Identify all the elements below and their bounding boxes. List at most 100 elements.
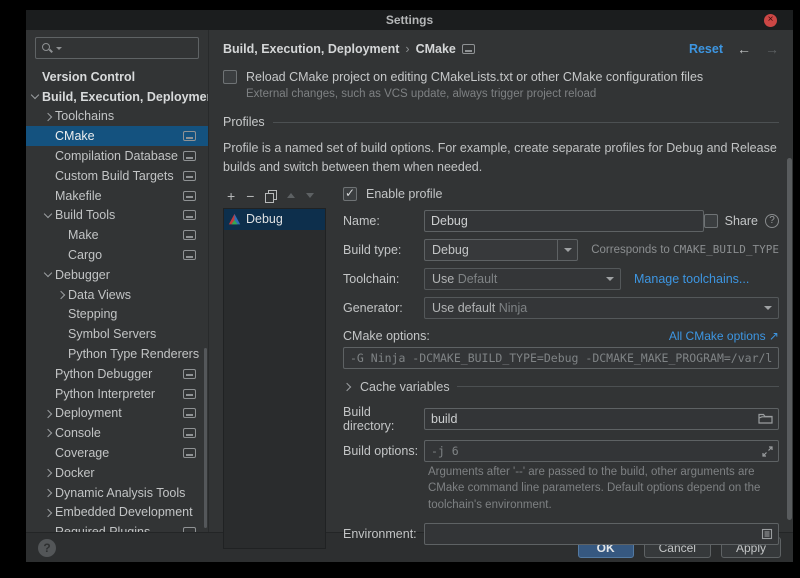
copy-profile-icon[interactable]: [265, 190, 276, 202]
profile-list-item-debug[interactable]: Debug: [224, 209, 325, 230]
chevron-spacer: [55, 225, 68, 245]
sidebar-item-label: Makefile: [55, 189, 102, 203]
sidebar-item-deployment[interactable]: Deployment: [26, 404, 208, 424]
manage-toolchains-link[interactable]: Manage toolchains...: [634, 272, 749, 286]
chevron-right-icon[interactable]: [42, 107, 55, 127]
environment-input[interactable]: [425, 524, 778, 544]
cmake-options-input[interactable]: [344, 348, 778, 368]
sidebar-item-embedded-development[interactable]: Embedded Development: [26, 503, 208, 523]
title-bar[interactable]: Settings ×: [26, 10, 793, 30]
chevron-down-icon[interactable]: [29, 87, 42, 107]
sidebar-item-version-control[interactable]: Version Control: [26, 67, 208, 87]
sidebar-item-python-type-renderers[interactable]: Python Type Renderers: [26, 344, 208, 364]
sidebar-item-symbol-servers[interactable]: Symbol Servers: [26, 324, 208, 344]
sidebar-item-dynamic-analysis-tools[interactable]: Dynamic Analysis Tools: [26, 483, 208, 503]
chevron-spacer: [42, 384, 55, 404]
chevron-right-icon[interactable]: [42, 483, 55, 503]
build-options-field-wrap: [424, 440, 779, 462]
breadcrumb-current: CMake: [416, 42, 456, 56]
toolchain-select[interactable]: Use Default: [424, 268, 621, 290]
sidebar-item-python-interpreter[interactable]: Python Interpreter: [26, 384, 208, 404]
sidebar-item-build-tools[interactable]: Build Tools: [26, 206, 208, 226]
sidebar-item-label: Build, Execution, Deployment: [42, 90, 209, 104]
environment-label: Environment:: [343, 527, 424, 541]
build-directory-input[interactable]: [425, 409, 778, 429]
expand-field-icon[interactable]: [762, 446, 773, 460]
sidebar-item-label: Python Interpreter: [55, 387, 155, 401]
profiles-section-title: Profiles: [223, 115, 265, 129]
settings-main-panel: Build, Execution, Deployment › CMake Res…: [209, 30, 793, 532]
sidebar-item-label: CMake: [55, 129, 95, 143]
profile-form: Enable profile Name: Share ?: [343, 187, 779, 552]
chevron-down-icon[interactable]: [42, 206, 55, 226]
chevron-right-icon[interactable]: [42, 423, 55, 443]
chevron-down-icon[interactable]: [42, 265, 55, 285]
chevron-spacer: [55, 245, 68, 265]
sidebar-item-makefile[interactable]: Makefile: [26, 186, 208, 206]
sidebar-item-label: Python Type Renderers: [68, 347, 199, 361]
help-icon[interactable]: ?: [38, 539, 56, 557]
sidebar-item-compilation-database[interactable]: Compilation Database: [26, 146, 208, 166]
chevron-spacer: [42, 364, 55, 384]
sidebar-item-stepping[interactable]: Stepping: [26, 305, 208, 325]
sidebar-item-label: Symbol Servers: [68, 327, 156, 341]
build-type-select[interactable]: Debug: [424, 239, 578, 261]
sidebar-item-custom-build-targets[interactable]: Custom Build Targets: [26, 166, 208, 186]
sidebar-scrollbar[interactable]: [204, 348, 207, 528]
sidebar-item-label: Dynamic Analysis Tools: [55, 486, 185, 500]
share-help-icon[interactable]: ?: [765, 214, 779, 228]
sidebar-item-label: Embedded Development: [55, 505, 193, 519]
sidebar-item-toolchains[interactable]: Toolchains: [26, 107, 208, 127]
sidebar-item-coverage[interactable]: Coverage: [26, 443, 208, 463]
back-arrow-icon[interactable]: ←: [737, 41, 751, 57]
chevron-spacer: [42, 126, 55, 146]
reload-cmake-checkbox[interactable]: [223, 70, 237, 84]
generator-select[interactable]: Use default Ninja: [424, 297, 779, 319]
sidebar-item-cargo[interactable]: Cargo: [26, 245, 208, 265]
sidebar-item-console[interactable]: Console: [26, 423, 208, 443]
enable-profile-label[interactable]: Enable profile: [366, 187, 442, 201]
chevron-right-icon[interactable]: [42, 503, 55, 523]
project-level-icon: [183, 369, 196, 379]
cache-variables-label: Cache variables: [360, 380, 450, 394]
breadcrumb-parent[interactable]: Build, Execution, Deployment: [223, 42, 399, 56]
name-label: Name:: [343, 214, 424, 228]
sidebar-item-build-execution-deployment[interactable]: Build, Execution, Deployment: [26, 87, 208, 107]
reset-link[interactable]: Reset: [689, 42, 723, 56]
sidebar-item-debugger[interactable]: Debugger: [26, 265, 208, 285]
sidebar-item-required-plugins[interactable]: Required Plugins: [26, 522, 208, 532]
section-divider: [273, 122, 779, 123]
settings-tree: Version Control Build, Execution, Deploym…: [26, 67, 208, 532]
breadcrumb: Build, Execution, Deployment › CMake: [223, 42, 475, 56]
name-input[interactable]: [425, 211, 703, 231]
sidebar-item-make[interactable]: Make: [26, 225, 208, 245]
sidebar-item-cmake[interactable]: CMake: [26, 126, 208, 146]
chevron-right-icon[interactable]: [42, 463, 55, 483]
settings-search-input[interactable]: [35, 37, 199, 59]
reload-hint: External changes, such as VCS update, al…: [246, 88, 779, 100]
add-profile-button[interactable]: +: [227, 189, 235, 203]
close-icon[interactable]: ×: [764, 14, 777, 27]
sidebar-item-data-views[interactable]: Data Views: [26, 285, 208, 305]
environment-variables-icon[interactable]: [761, 528, 773, 543]
folder-icon[interactable]: [758, 412, 773, 428]
share-label[interactable]: Share: [725, 214, 758, 228]
main-scrollbar[interactable]: [787, 158, 792, 520]
chevron-spacer: [55, 344, 68, 364]
sidebar-item-docker[interactable]: Docker: [26, 463, 208, 483]
cache-variables-toggle[interactable]: Cache variables: [343, 380, 779, 394]
remove-profile-button[interactable]: −: [246, 189, 254, 203]
dropdown-arrow-icon: [758, 306, 778, 310]
reload-cmake-label[interactable]: Reload CMake project on editing CMakeLis…: [246, 70, 703, 84]
build-options-input[interactable]: [425, 441, 778, 461]
project-level-icon: [183, 230, 196, 240]
share-checkbox[interactable]: [704, 214, 718, 228]
all-cmake-options-link[interactable]: All CMake options ↗: [669, 329, 779, 343]
cmake-logo-icon: [228, 213, 241, 226]
chevron-right-icon[interactable]: [55, 285, 68, 305]
cmake-options-label: CMake options:: [343, 329, 430, 343]
window-title: Settings: [386, 13, 433, 27]
enable-profile-checkbox[interactable]: [343, 187, 357, 201]
sidebar-item-python-debugger[interactable]: Python Debugger: [26, 364, 208, 384]
chevron-right-icon[interactable]: [42, 404, 55, 424]
